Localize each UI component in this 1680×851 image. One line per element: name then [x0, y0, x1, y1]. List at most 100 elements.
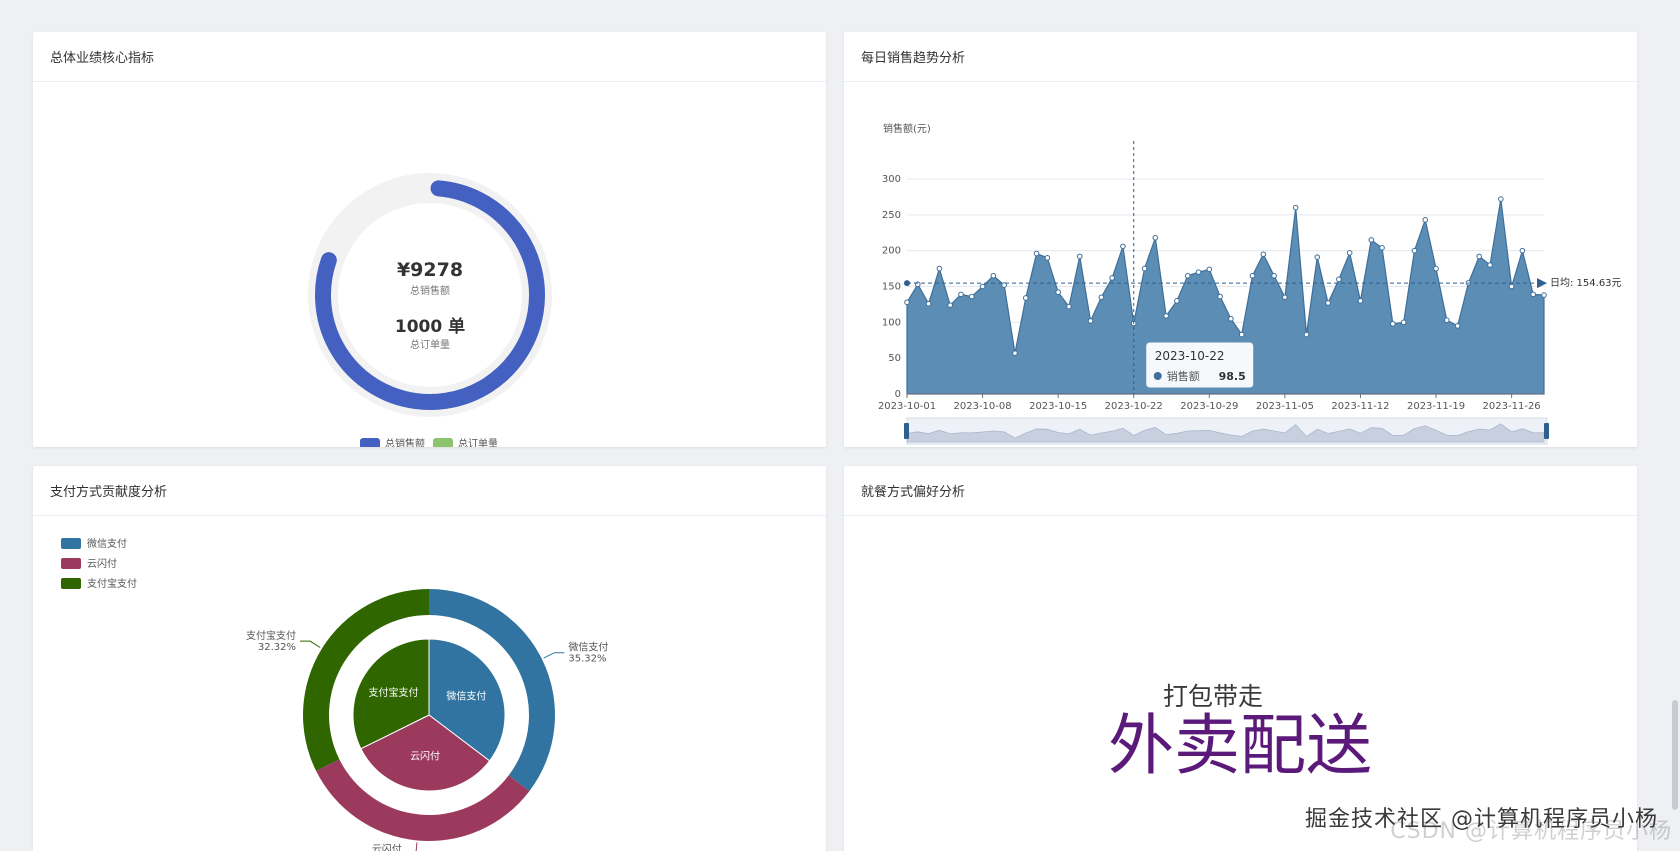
kpi-legend-label-orders[interactable]: 总订单量 — [458, 437, 498, 447]
trend-data-point[interactable] — [1346, 250, 1353, 256]
tooltip-series-name: 销售额 — [1167, 369, 1200, 383]
trend-data-point[interactable] — [947, 302, 953, 308]
trend-data-point[interactable] — [904, 299, 910, 306]
trend-data-point[interactable] — [958, 291, 964, 298]
trend-data-point[interactable] — [1271, 272, 1277, 279]
trend-data-point[interactable] — [1541, 292, 1547, 298]
kpi-legend-label-sales[interactable]: 总销售额 — [385, 437, 425, 447]
kpi-legend-swatch-orders[interactable] — [433, 438, 453, 447]
trend-data-point[interactable] — [1379, 245, 1385, 251]
trend-tooltip: 2023-10-22 销售额 98.5 — [1145, 341, 1255, 389]
trend-data-point[interactable] — [990, 272, 997, 279]
kpi-panel-title: 总体业绩核心指标 — [50, 51, 155, 66]
sales-trend-chart[interactable]: 销售额(元) 0 50 100 150 200 250 300 2023-10-01 2023… — [844, 82, 1637, 447]
trend-data-point[interactable] — [1238, 331, 1245, 338]
payment-legend-label[interactable]: 云闪付 — [87, 557, 117, 570]
payment-inner-label: 云闪付 — [410, 750, 440, 763]
payment-legend-swatch[interactable] — [61, 558, 81, 569]
trend-data-point[interactable] — [1519, 247, 1526, 254]
trend-data-point[interactable] — [1400, 319, 1407, 326]
payment-panel-body: 微信支付云闪付支付宝支付 微信支付微信支付35.32%云闪付云闪付32.36%支… — [33, 516, 826, 851]
word-delivery[interactable]: 外卖配送 — [1108, 707, 1372, 784]
trend-data-point[interactable] — [1055, 289, 1061, 296]
trend-data-point[interactable] — [1217, 293, 1223, 300]
trend-data-point[interactable] — [1444, 317, 1450, 323]
trend-data-point[interactable] — [1163, 313, 1169, 319]
trend-data-point[interactable] — [1174, 298, 1180, 304]
trend-panel: 每日销售趋势分析 销售额(元) 0 50 100 150 200 250 300 2023-… — [844, 32, 1637, 447]
kpi-legend-swatch-sales[interactable] — [360, 438, 380, 447]
trend-data-point[interactable] — [1411, 247, 1418, 254]
trend-data-point[interactable] — [1066, 303, 1072, 310]
trend-y-tick-label: 0 — [895, 389, 901, 400]
trend-data-point[interactable] — [1357, 298, 1364, 304]
trend-panel-title: 每日销售趋势分析 — [861, 51, 966, 66]
payment-legend-swatch[interactable] — [61, 578, 81, 589]
trend-data-point[interactable] — [968, 293, 975, 300]
trend-data-point[interactable] — [1098, 294, 1105, 301]
page-scrollbar[interactable] — [1672, 700, 1678, 810]
trend-x-tick-label: 2023-11-05 — [1256, 401, 1314, 412]
payment-outer-label-percent: 32.32% — [258, 642, 296, 653]
watermark: 掘金技术社区 @计算机程序员小杨 — [1305, 807, 1658, 832]
trend-data-point[interactable] — [1076, 253, 1083, 260]
trend-data-point[interactable] — [1109, 275, 1115, 281]
trend-y-tick-label: 100 — [882, 317, 901, 328]
trend-data-point[interactable] — [1206, 266, 1213, 273]
trend-data-point[interactable] — [1228, 315, 1234, 322]
trend-data-point[interactable] — [1476, 253, 1483, 260]
trend-data-point[interactable] — [1390, 320, 1396, 327]
trend-data-point[interactable] — [936, 265, 943, 272]
trend-x-tick-label: 2023-11-19 — [1407, 401, 1465, 412]
data-zoom-handle-right[interactable] — [1544, 423, 1549, 439]
payment-panel-header: 支付方式贡献度分析 — [33, 466, 826, 516]
trend-data-point[interactable] — [1530, 291, 1537, 298]
trend-data-point[interactable] — [1487, 262, 1493, 268]
trend-data-point[interactable] — [1120, 243, 1126, 250]
trend-data-point[interactable] — [1260, 251, 1267, 258]
payment-inner-label: 支付宝支付 — [368, 686, 418, 699]
trend-data-point[interactable] — [1422, 217, 1429, 223]
trend-data-point[interactable] — [1012, 350, 1018, 356]
trend-data-point[interactable] — [1195, 269, 1202, 275]
payment-legend-label[interactable]: 微信支付 — [87, 537, 127, 550]
data-zoom-handle-left[interactable] — [904, 423, 909, 439]
trend-data-point[interactable] — [925, 300, 932, 307]
kpi-sales-label: 总销售额 — [410, 284, 450, 297]
payment-outer-label-percent: 35.32% — [568, 654, 606, 665]
kpi-orders-value: 1000 单 — [395, 316, 465, 337]
average-markline-label: 日均: 154.63元 — [1550, 277, 1622, 289]
payment-pie-chart[interactable]: 微信支付云闪付支付宝支付 微信支付微信支付35.32%云闪付云闪付32.36%支… — [33, 516, 826, 851]
trend-data-point[interactable] — [1433, 265, 1439, 272]
trend-data-point[interactable] — [1336, 276, 1342, 283]
trend-x-tick-label: 2023-10-01 — [878, 401, 936, 412]
trend-y-tick-label: 200 — [882, 246, 901, 257]
dining-panel: 就餐方式偏好分析 打包带走 外卖配送 — [844, 466, 1637, 851]
trend-data-point[interactable] — [979, 283, 986, 290]
trend-data-point[interactable] — [1314, 254, 1321, 260]
trend-data-point[interactable] — [1508, 283, 1515, 290]
kpi-panel-header: 总体业绩核心指标 — [33, 32, 826, 82]
trend-data-point[interactable] — [1152, 234, 1159, 241]
data-zoom-slider[interactable] — [904, 417, 1549, 445]
trend-data-point[interactable] — [1292, 204, 1299, 211]
trend-data-point[interactable] — [1325, 300, 1331, 306]
trend-data-point[interactable] — [1184, 272, 1191, 279]
payment-legend-label[interactable]: 支付宝支付 — [87, 577, 137, 590]
trend-data-point[interactable] — [1249, 272, 1256, 279]
trend-data-point[interactable] — [1303, 331, 1310, 338]
payment-panel-title: 支付方式贡献度分析 — [50, 485, 168, 500]
trend-data-point[interactable] — [1368, 237, 1375, 243]
trend-y-axis-title: 销售额(元) — [883, 122, 931, 135]
trend-data-point[interactable] — [1141, 265, 1148, 272]
payment-legend-swatch[interactable] — [61, 538, 81, 549]
trend-data-point[interactable] — [1282, 294, 1288, 301]
trend-data-point[interactable] — [1033, 250, 1040, 257]
trend-data-point[interactable] — [1454, 323, 1461, 329]
trend-data-point[interactable] — [1044, 255, 1051, 261]
trend-data-point[interactable] — [1087, 318, 1094, 324]
trend-data-point[interactable] — [1022, 295, 1029, 301]
payment-label-line — [543, 652, 565, 659]
trend-data-point[interactable] — [1498, 196, 1504, 202]
trend-x-tick-label: 2023-10-15 — [1029, 401, 1087, 412]
